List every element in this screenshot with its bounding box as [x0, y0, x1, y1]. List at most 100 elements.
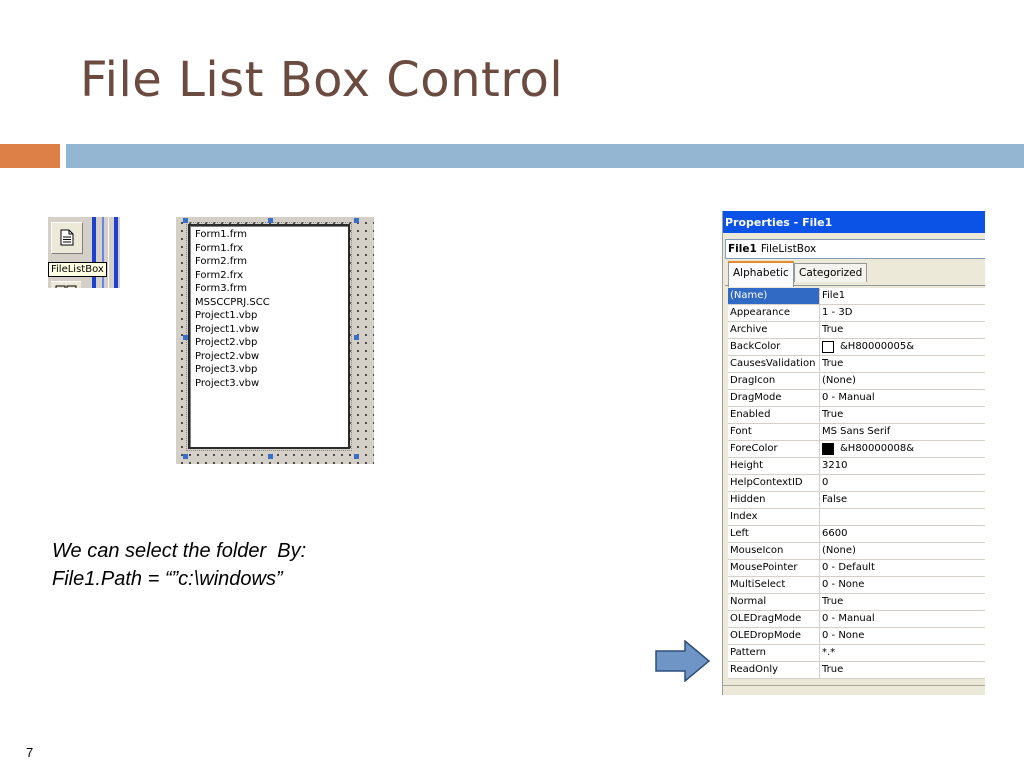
file-list-box[interactable]: Form1.frm Form1.frx Form2.frm Form2.frx Form…	[186, 222, 352, 451]
resize-handle-n[interactable]	[268, 218, 273, 223]
property-value[interactable]: File1	[820, 288, 985, 304]
property-value[interactable]: True	[820, 594, 985, 610]
property-row[interactable]: Pattern *.*	[728, 645, 985, 662]
property-value-text: File1	[822, 290, 846, 301]
properties-titlebar[interactable]: Properties - File1	[723, 211, 985, 233]
file-list-item[interactable]: Form2.frx	[195, 269, 348, 283]
property-row[interactable]: Archive True	[728, 322, 985, 339]
properties-description-pane	[723, 685, 985, 695]
property-value[interactable]: True	[820, 322, 985, 338]
property-row[interactable]: Normal True	[728, 594, 985, 611]
property-value[interactable]: *.*	[820, 645, 985, 661]
property-value[interactable]: &H80000008&	[820, 441, 985, 457]
property-value[interactable]: True	[820, 407, 985, 423]
file-list-item[interactable]: Form3.frm	[195, 282, 348, 296]
property-value-text: 0 - Default	[822, 562, 875, 573]
property-value-text: False	[822, 494, 848, 505]
color-swatch-icon	[822, 443, 834, 455]
property-row[interactable]: MultiSelect 0 - None	[728, 577, 985, 594]
file-list-item[interactable]: Project2.vbp	[195, 336, 348, 350]
next-tool-button[interactable]	[51, 281, 81, 288]
property-value[interactable]: 6600	[820, 526, 985, 542]
property-row[interactable]: OLEDragMode 0 - Manual	[728, 611, 985, 628]
filelistbox-icon	[60, 229, 74, 246]
property-row[interactable]: Hidden False	[728, 492, 985, 509]
property-value-text: True	[822, 358, 844, 369]
property-row[interactable]: HelpContextID 0	[728, 475, 985, 492]
property-value[interactable]: 0 - Default	[820, 560, 985, 576]
property-value-text: 0 - None	[822, 579, 865, 590]
caption-text: We can select the folder By: File1.Path …	[52, 537, 306, 593]
property-row[interactable]: Height 3210	[728, 458, 985, 475]
caption-line-2: File1.Path = “”c:\windows”	[52, 568, 283, 590]
property-value[interactable]: 0 - Manual	[820, 390, 985, 406]
property-name: Height	[728, 458, 820, 474]
property-value[interactable]: 0 - None	[820, 628, 985, 644]
file-list-item[interactable]: Project1.vbp	[195, 309, 348, 323]
property-row[interactable]: ReadOnly True	[728, 662, 985, 679]
property-row[interactable]: MousePointer 0 - Default	[728, 560, 985, 577]
file-list-item[interactable]: Form1.frm	[195, 228, 348, 242]
property-value-text: MS Sans Serif	[822, 426, 891, 437]
property-name: Archive	[728, 322, 820, 338]
property-value[interactable]: &H80000005&	[820, 339, 985, 355]
property-row[interactable]: Left 6600	[728, 526, 985, 543]
properties-window: Properties - File1 File1 FileListBox Alph…	[722, 211, 985, 695]
property-value[interactable]: (None)	[820, 543, 985, 559]
property-row[interactable]: CausesValidation True	[728, 356, 985, 373]
property-value[interactable]: 0	[820, 475, 985, 491]
accent-bar-orange	[0, 144, 60, 168]
property-row[interactable]: OLEDropMode 0 - None	[728, 628, 985, 645]
property-row[interactable]: DragIcon (None)	[728, 373, 985, 390]
property-row[interactable]: Appearance 1 - 3D	[728, 305, 985, 322]
resize-handle-ne[interactable]	[354, 218, 359, 223]
property-value[interactable]: 3210	[820, 458, 985, 474]
property-value[interactable]: 1 - 3D	[820, 305, 985, 321]
resize-handle-nw[interactable]	[183, 218, 188, 223]
object-type: FileListBox	[760, 243, 817, 255]
property-value[interactable]: 0 - None	[820, 577, 985, 593]
property-name: Left	[728, 526, 820, 542]
property-row[interactable]: DragMode 0 - Manual	[728, 390, 985, 407]
property-value[interactable]: 0 - Manual	[820, 611, 985, 627]
property-row[interactable]: Enabled True	[728, 407, 985, 424]
object-selector[interactable]: File1 FileListBox	[725, 239, 985, 259]
property-row[interactable]: MouseIcon (None)	[728, 543, 985, 560]
file-list-item[interactable]: Project3.vbw	[195, 377, 348, 391]
property-value[interactable]: True	[820, 356, 985, 372]
property-row[interactable]: (Name) File1	[728, 288, 985, 305]
property-row[interactable]: Index	[728, 509, 985, 526]
property-name: Hidden	[728, 492, 820, 508]
property-value[interactable]: True	[820, 662, 985, 678]
resize-handle-e[interactable]	[354, 335, 359, 340]
file-list-item[interactable]: Project3.vbp	[195, 363, 348, 377]
filelistbox-tool-button[interactable]	[51, 222, 83, 254]
property-grid: (Name) File1 Appearance 1 - 3D Archive True Ba…	[728, 287, 985, 679]
file-list-item[interactable]: Project1.vbw	[195, 323, 348, 337]
property-value[interactable]: (None)	[820, 373, 985, 389]
property-value[interactable]: False	[820, 492, 985, 508]
property-row[interactable]: BackColor &H80000005&	[728, 339, 985, 356]
form-designer[interactable]: Form1.frm Form1.frx Form2.frm Form2.frx Form…	[176, 217, 374, 464]
file-list-item[interactable]: Form2.frm	[195, 255, 348, 269]
property-row[interactable]: ForeColor &H80000008&	[728, 441, 985, 458]
file-list-item[interactable]: MSSCCPRJ.SCC	[195, 296, 348, 310]
property-value-text: (None)	[822, 375, 856, 386]
property-name: MultiSelect	[728, 577, 820, 593]
property-name: CausesValidation	[728, 356, 820, 372]
file-list-item[interactable]: Project2.vbw	[195, 350, 348, 364]
property-value[interactable]	[820, 509, 985, 525]
property-value-text: *.*	[822, 647, 836, 658]
tab-alphabetic[interactable]: Alphabetic	[728, 261, 794, 287]
file-list-item[interactable]: Form1.frx	[195, 242, 348, 256]
resize-handle-se[interactable]	[354, 454, 359, 459]
resize-handle-sw[interactable]	[183, 454, 188, 459]
property-name: Appearance	[728, 305, 820, 321]
property-name: DragMode	[728, 390, 820, 406]
resize-handle-s[interactable]	[268, 454, 273, 459]
property-row[interactable]: Font MS Sans Serif	[728, 424, 985, 441]
tooltip: FileListBox	[48, 262, 107, 277]
property-value[interactable]: MS Sans Serif	[820, 424, 985, 440]
tab-categorized[interactable]: Categorized	[794, 263, 868, 282]
resize-handle-w[interactable]	[183, 335, 188, 340]
